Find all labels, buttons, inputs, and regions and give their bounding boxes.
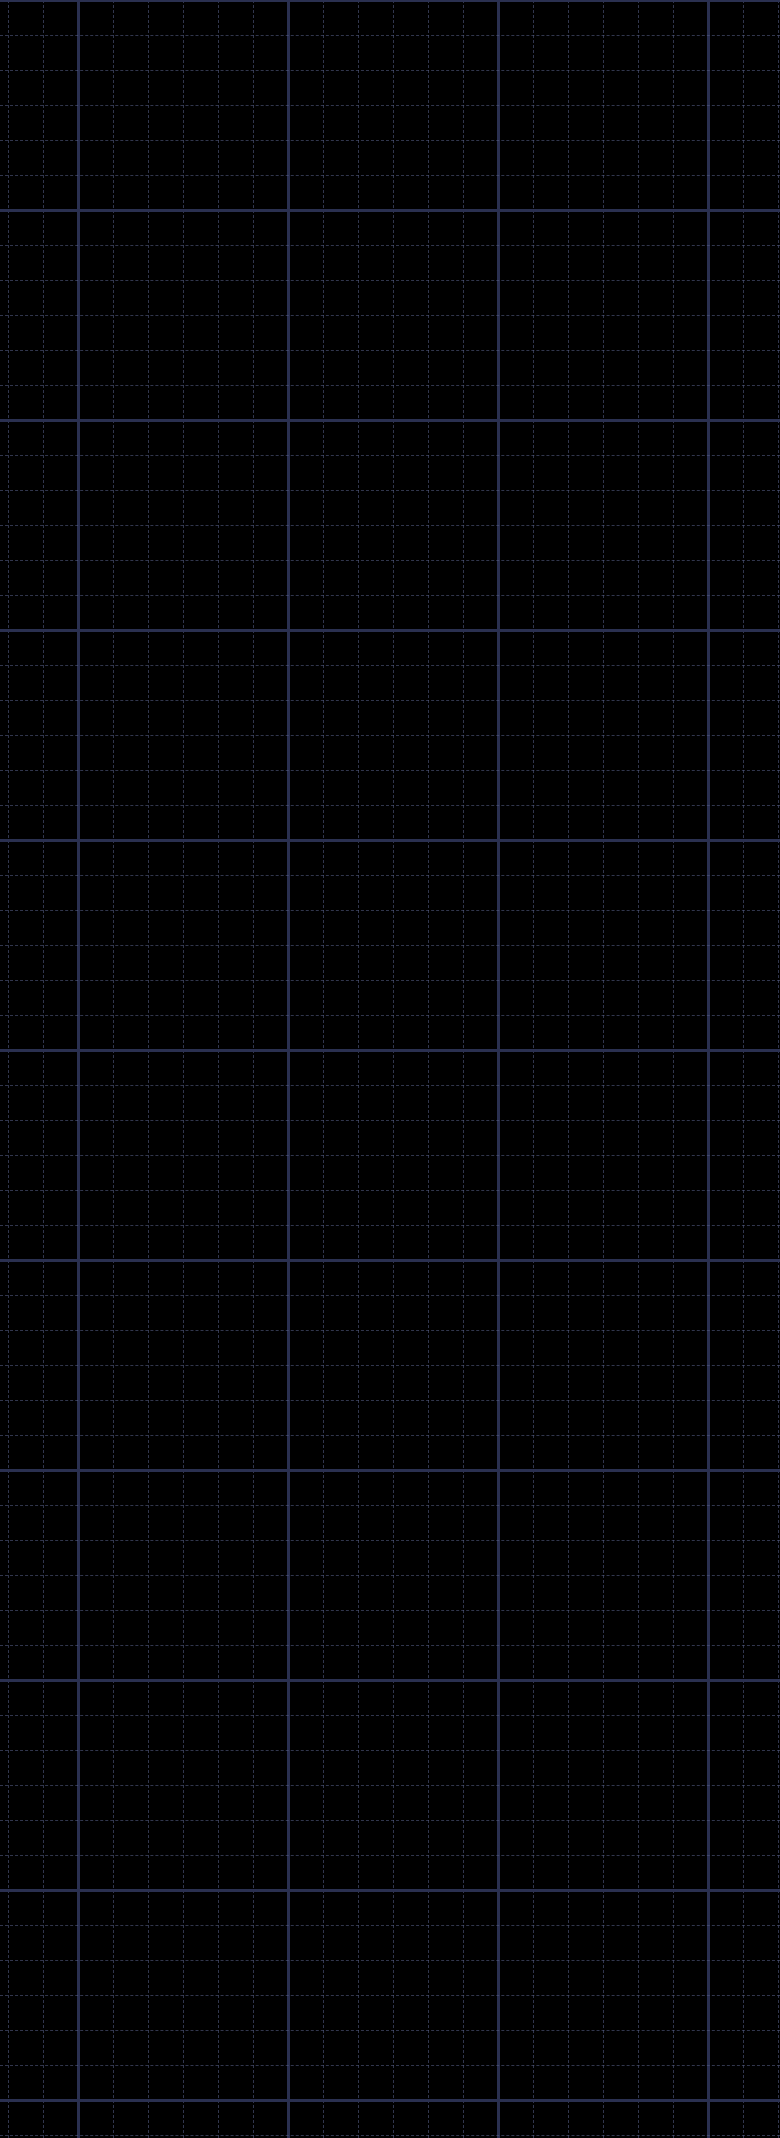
grid-minor-hline: [0, 315, 780, 316]
grid-minor-vline: [568, 0, 569, 2138]
grid-minor-hline: [0, 1995, 780, 1996]
grid-minor-hline: [0, 735, 780, 736]
grid-minor-vline: [358, 0, 359, 2138]
grid-major-hline: [0, 2099, 780, 2102]
grid-minor-hline: [0, 490, 780, 491]
grid-minor-vline: [218, 0, 219, 2138]
grid-major-hline: [0, 1469, 780, 1472]
grid-minor-hline: [0, 805, 780, 806]
grid-minor-hline: [0, 1365, 780, 1366]
grid-minor-hline: [0, 2065, 780, 2066]
grid-minor-hline: [0, 700, 780, 701]
grid-major-vline: [497, 0, 500, 2138]
grid-minor-hline: [0, 875, 780, 876]
grid-minor-hline: [0, 1120, 780, 1121]
grid-minor-hline: [0, 1330, 780, 1331]
grid-minor-hline: [0, 455, 780, 456]
grid-minor-hline: [0, 1785, 780, 1786]
grid-major-hline: [0, 209, 780, 212]
grid-minor-hline: [0, 280, 780, 281]
grid-minor-hline: [0, 245, 780, 246]
grid-minor-hline: [0, 1505, 780, 1506]
grid-minor-hline: [0, 385, 780, 386]
grid-minor-hline: [0, 1155, 780, 1156]
grid-minor-hline: [0, 2030, 780, 2031]
grid-minor-vline: [428, 0, 429, 2138]
grid-minor-hline: [0, 1400, 780, 1401]
grid-major-hline: [0, 1049, 780, 1052]
grid-minor-hline: [0, 1295, 780, 1296]
grid-minor-hline: [0, 1085, 780, 1086]
grid-minor-hline: [0, 595, 780, 596]
grid-minor-vline: [533, 0, 534, 2138]
grid-minor-vline: [463, 0, 464, 2138]
grid-major-hline: [0, 1259, 780, 1262]
grid-major-hline: [0, 419, 780, 422]
grid-minor-vline: [673, 0, 674, 2138]
grid-minor-hline: [0, 1925, 780, 1926]
grid-minor-hline: [0, 945, 780, 946]
grid-minor-vline: [743, 0, 744, 2138]
grid-minor-hline: [0, 1610, 780, 1611]
grid-major-hline: [0, 629, 780, 632]
grid-minor-hline: [0, 910, 780, 911]
grid-minor-vline: [183, 0, 184, 2138]
grid-minor-vline: [638, 0, 639, 2138]
grid-minor-hline: [0, 350, 780, 351]
grid-minor-hline: [0, 1750, 780, 1751]
grid-minor-vline: [253, 0, 254, 2138]
grid-minor-vline: [393, 0, 394, 2138]
grid-minor-hline: [0, 770, 780, 771]
grid-minor-hline: [0, 2135, 780, 2136]
grid-minor-hline: [0, 105, 780, 106]
grid-minor-hline: [0, 1820, 780, 1821]
grid-major-hline: [0, 0, 780, 2]
grid-minor-hline: [0, 1575, 780, 1576]
grid-minor-hline: [0, 980, 780, 981]
grid-minor-hline: [0, 1435, 780, 1436]
grid-canvas: [0, 0, 780, 2138]
grid-minor-hline: [0, 1960, 780, 1961]
grid-minor-hline: [0, 70, 780, 71]
grid-major-vline: [287, 0, 290, 2138]
grid-minor-hline: [0, 525, 780, 526]
grid-minor-hline: [0, 1190, 780, 1191]
grid-minor-vline: [148, 0, 149, 2138]
grid-minor-hline: [0, 140, 780, 141]
grid-minor-hline: [0, 665, 780, 666]
grid-minor-hline: [0, 1225, 780, 1226]
grid-minor-vline: [113, 0, 114, 2138]
grid-minor-vline: [603, 0, 604, 2138]
grid-major-hline: [0, 1889, 780, 1892]
grid-minor-vline: [778, 0, 779, 2138]
grid-major-vline: [77, 0, 80, 2138]
grid-minor-hline: [0, 1015, 780, 1016]
grid-minor-hline: [0, 1855, 780, 1856]
grid-major-hline: [0, 1679, 780, 1682]
grid-minor-hline: [0, 175, 780, 176]
grid-minor-vline: [8, 0, 9, 2138]
grid-major-hline: [0, 839, 780, 842]
grid-minor-vline: [323, 0, 324, 2138]
grid-minor-vline: [43, 0, 44, 2138]
grid-major-vline: [707, 0, 710, 2138]
grid-minor-hline: [0, 560, 780, 561]
grid-minor-hline: [0, 1715, 780, 1716]
grid-minor-hline: [0, 1645, 780, 1646]
grid-minor-hline: [0, 1540, 780, 1541]
grid-minor-hline: [0, 35, 780, 36]
